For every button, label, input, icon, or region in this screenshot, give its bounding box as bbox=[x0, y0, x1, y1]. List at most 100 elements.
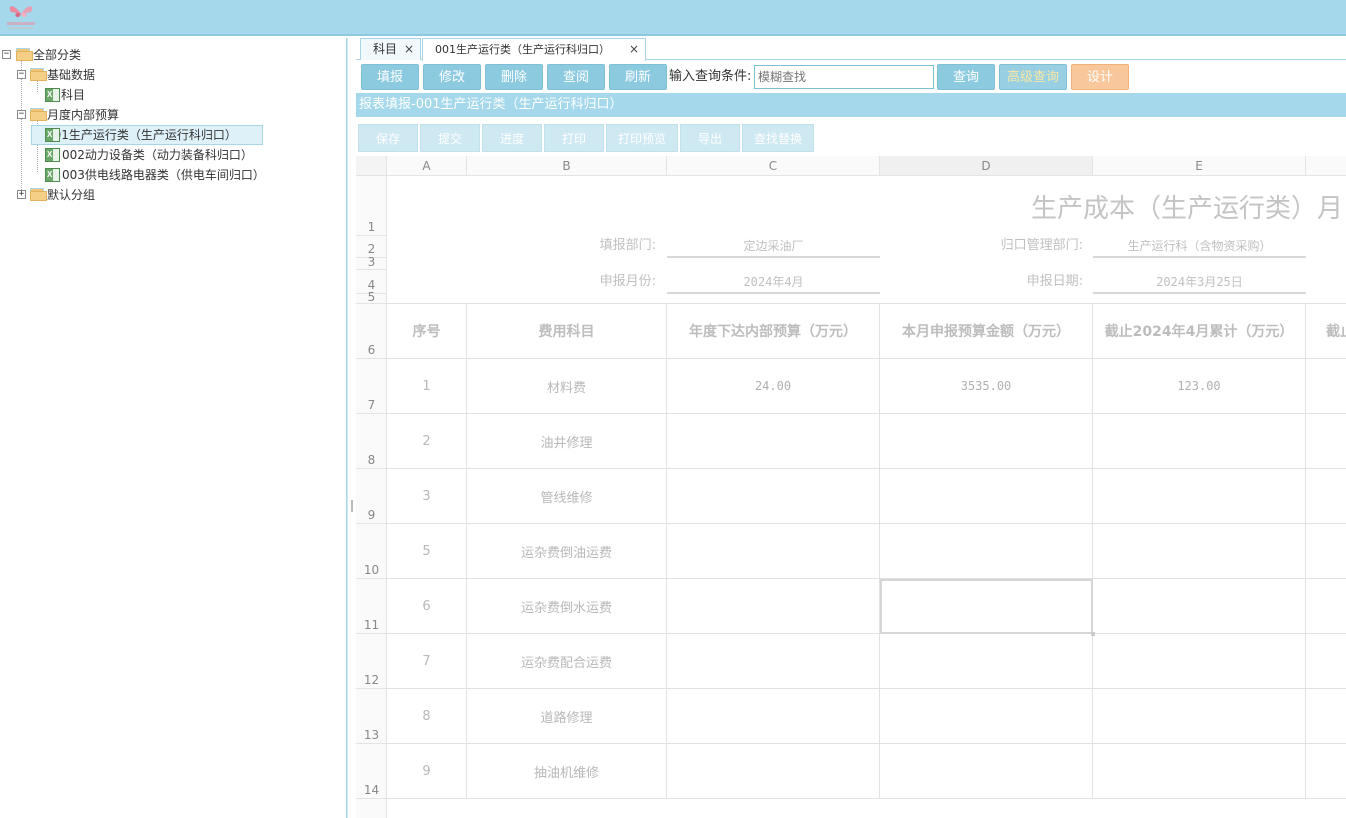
column-header-e[interactable]: E bbox=[1093, 156, 1306, 176]
cumulative-cell[interactable] bbox=[1093, 524, 1306, 579]
progress-button[interactable]: 进度 bbox=[482, 124, 542, 152]
row-no-cell[interactable]: 6 bbox=[387, 579, 467, 634]
query-button[interactable]: 查询 bbox=[937, 64, 995, 90]
month-budget-cell[interactable] bbox=[880, 634, 1093, 689]
row-header[interactable]: 13 bbox=[356, 689, 387, 744]
month-budget-cell[interactable] bbox=[880, 524, 1093, 579]
collapse-icon[interactable]: − bbox=[2, 50, 11, 59]
splitter-grip-icon[interactable] bbox=[351, 500, 353, 512]
row-header[interactable]: 3 bbox=[356, 256, 387, 270]
annual-budget-cell[interactable] bbox=[667, 689, 880, 744]
month-value[interactable]: 2024年4月 bbox=[667, 272, 880, 294]
export-button[interactable]: 导出 bbox=[680, 124, 740, 152]
view-button[interactable]: 查阅 bbox=[547, 64, 605, 90]
header-cell-no[interactable]: 序号 bbox=[387, 304, 467, 359]
cumulative-cell[interactable] bbox=[1093, 689, 1306, 744]
extra-cell[interactable] bbox=[1306, 414, 1346, 469]
row-header[interactable]: 10 bbox=[356, 524, 387, 579]
tab-subject[interactable]: 科目 × bbox=[360, 38, 421, 60]
row-header[interactable]: 1 bbox=[356, 176, 387, 236]
save-button[interactable]: 保存 bbox=[358, 124, 418, 152]
header-cell-month-budget[interactable]: 本月申报预算金额（万元） bbox=[880, 304, 1093, 359]
annual-budget-cell[interactable] bbox=[667, 524, 880, 579]
extra-cell[interactable] bbox=[1306, 359, 1346, 414]
submit-button[interactable]: 提交 bbox=[420, 124, 480, 152]
row-header[interactable] bbox=[356, 799, 387, 818]
row-header[interactable]: 9 bbox=[356, 469, 387, 524]
expand-icon[interactable]: + bbox=[17, 190, 26, 199]
collapse-icon[interactable]: − bbox=[17, 70, 26, 79]
column-header-a[interactable]: A bbox=[387, 156, 467, 176]
row-no-cell[interactable]: 7 bbox=[387, 634, 467, 689]
cost-item-cell[interactable]: 运杂费倒油运费 bbox=[467, 524, 667, 579]
row-header[interactable]: 14 bbox=[356, 744, 387, 799]
month-budget-cell[interactable] bbox=[880, 469, 1093, 524]
extra-cell[interactable] bbox=[1306, 579, 1346, 634]
cumulative-cell[interactable] bbox=[1093, 469, 1306, 524]
cumulative-cell[interactable] bbox=[1093, 579, 1306, 634]
tree-leaf-001[interactable]: 001生产运行类（生产运行科归口） X bbox=[31, 125, 263, 145]
corner-cell[interactable] bbox=[356, 156, 387, 176]
print-button[interactable]: 打印 bbox=[544, 124, 604, 152]
cost-item-cell[interactable]: 油井修理 bbox=[467, 414, 667, 469]
panel-splitter[interactable] bbox=[347, 38, 355, 818]
header-cell-item[interactable]: 费用科目 bbox=[467, 304, 667, 359]
header-cell-more[interactable]: 截止 bbox=[1306, 304, 1346, 359]
cumulative-cell[interactable] bbox=[1093, 634, 1306, 689]
fill-handle[interactable] bbox=[1091, 632, 1095, 636]
date-value[interactable]: 2024年3月25日 bbox=[1093, 272, 1306, 294]
advanced-query-button[interactable]: 高级查询 bbox=[999, 64, 1067, 90]
annual-budget-cell[interactable]: 24.00 bbox=[667, 359, 880, 414]
annual-budget-cell[interactable] bbox=[667, 469, 880, 524]
row-header[interactable]: 8 bbox=[356, 414, 387, 469]
row-no-cell[interactable]: 3 bbox=[387, 469, 467, 524]
print-preview-button[interactable]: 打印预览 bbox=[606, 124, 678, 152]
row-header[interactable]: 11 bbox=[356, 579, 387, 634]
month-budget-cell[interactable] bbox=[880, 689, 1093, 744]
row-no-cell[interactable]: 2 bbox=[387, 414, 467, 469]
annual-budget-cell[interactable] bbox=[667, 579, 880, 634]
row-no-cell[interactable]: 5 bbox=[387, 524, 467, 579]
collapse-icon[interactable]: − bbox=[17, 110, 26, 119]
cost-item-cell[interactable]: 道路修理 bbox=[467, 689, 667, 744]
cost-item-cell[interactable]: 运杂费配合运费 bbox=[467, 634, 667, 689]
extra-cell[interactable] bbox=[1306, 469, 1346, 524]
selected-cell-outline[interactable] bbox=[880, 579, 1093, 634]
row-no-cell[interactable]: 9 bbox=[387, 744, 467, 799]
spreadsheet[interactable]: A B C D E 1 2 3 4 5 6 7 8 9 10 11 12 13 … bbox=[356, 156, 1346, 818]
find-replace-button[interactable]: 查找替换 bbox=[742, 124, 814, 152]
query-input[interactable] bbox=[754, 65, 934, 89]
extra-cell[interactable] bbox=[1306, 634, 1346, 689]
row-header[interactable]: 6 bbox=[356, 304, 387, 359]
row-header[interactable]: 7 bbox=[356, 359, 387, 414]
cumulative-cell[interactable]: 123.00 bbox=[1093, 359, 1306, 414]
cost-item-cell[interactable]: 运杂费倒水运费 bbox=[467, 579, 667, 634]
fill-button[interactable]: 填报 bbox=[361, 64, 419, 90]
extra-cell[interactable] bbox=[1306, 524, 1346, 579]
column-header-d[interactable]: D bbox=[880, 156, 1093, 176]
cost-item-cell[interactable]: 材料费 bbox=[467, 359, 667, 414]
extra-cell[interactable] bbox=[1306, 744, 1346, 799]
cumulative-cell[interactable] bbox=[1093, 414, 1306, 469]
annual-budget-cell[interactable] bbox=[667, 744, 880, 799]
annual-budget-cell[interactable] bbox=[667, 414, 880, 469]
column-header-b[interactable]: B bbox=[467, 156, 667, 176]
month-budget-cell[interactable] bbox=[880, 414, 1093, 469]
mgmt-dept-value[interactable]: 生产运行科（含物资采购） bbox=[1093, 236, 1306, 258]
extra-cell[interactable] bbox=[1306, 689, 1346, 744]
cost-item-cell[interactable]: 抽油机维修 bbox=[467, 744, 667, 799]
row-no-cell[interactable]: 1 bbox=[387, 359, 467, 414]
close-icon[interactable]: × bbox=[404, 39, 414, 59]
row-header[interactable]: 5 bbox=[356, 291, 387, 304]
month-budget-cell[interactable]: 3535.00 bbox=[880, 359, 1093, 414]
column-header-f[interactable] bbox=[1306, 156, 1346, 176]
row-no-cell[interactable]: 8 bbox=[387, 689, 467, 744]
header-cell-cumulative[interactable]: 截止2024年4月累计（万元） bbox=[1093, 304, 1306, 359]
cost-item-cell[interactable]: 管线维修 bbox=[467, 469, 667, 524]
design-button[interactable]: 设计 bbox=[1071, 64, 1129, 90]
cumulative-cell[interactable] bbox=[1093, 744, 1306, 799]
row-header[interactable]: 12 bbox=[356, 634, 387, 689]
column-header-c[interactable]: C bbox=[667, 156, 880, 176]
fill-dept-value[interactable]: 定边采油厂 bbox=[667, 236, 880, 258]
month-budget-cell[interactable] bbox=[880, 744, 1093, 799]
